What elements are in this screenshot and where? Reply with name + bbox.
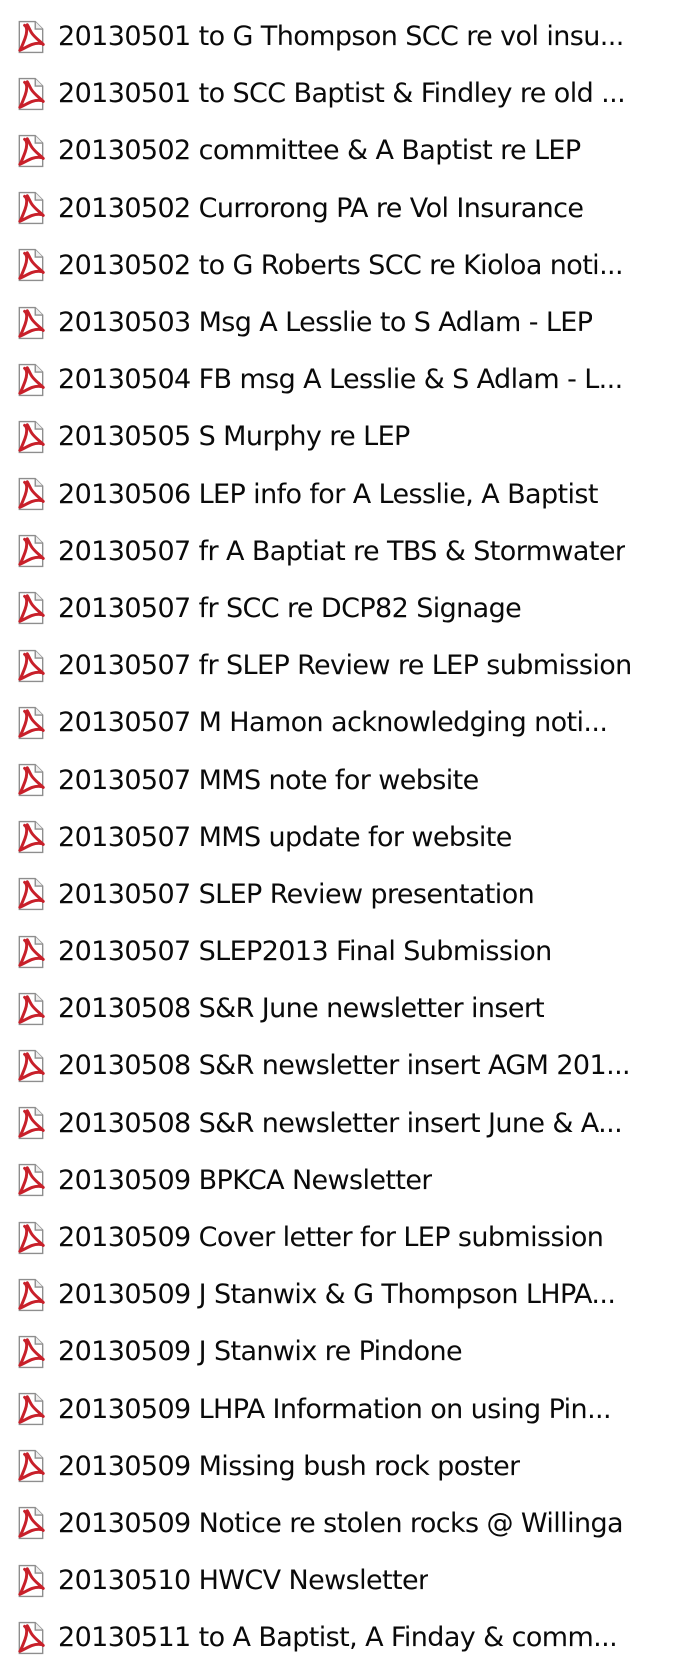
pdf-file-icon: [18, 1450, 45, 1483]
file-list-item[interactable]: 20130507 MMS update for website: [0, 809, 686, 866]
pdf-file-icon: [18, 592, 45, 625]
file-list-item[interactable]: 20130509 Missing bush rock poster: [0, 1438, 686, 1495]
file-name: 20130508 S&R newsletter insert June & A.…: [58, 1107, 623, 1139]
file-name: 20130505 S Murphy re LEP: [58, 421, 410, 453]
pdf-file-icon: [18, 706, 45, 739]
pdf-file-icon: [18, 1392, 45, 1426]
file-name: 20130504 FB msg A Lesslie & S Adlam - L.…: [58, 364, 623, 396]
file-name: 20130509 LHPA Information on using Pin..…: [58, 1393, 612, 1425]
file-list-item[interactable]: 20130501 to SCC Baptist & Findley re old…: [0, 65, 686, 122]
pdf-file-icon: [18, 992, 45, 1025]
pdf-file-icon: [18, 363, 45, 396]
pdf-file-icon: [18, 535, 45, 568]
file-list-item[interactable]: 20130508 S&R June newsletter insert: [0, 980, 686, 1037]
file-name: 20130511 to A Baptist, A Finday & comm..…: [58, 1622, 618, 1654]
file-list-item[interactable]: 20130504 FB msg A Lesslie & S Adlam - L.…: [0, 351, 686, 408]
file-list-item[interactable]: 20130507 fr SCC re DCP82 Signage: [0, 580, 686, 637]
file-name: 20130507 SLEP Review presentation: [58, 878, 535, 910]
pdf-file-icon: [18, 420, 45, 454]
file-name: 20130509 Cover letter for LEP submission: [58, 1222, 604, 1254]
pdf-file-icon: [18, 192, 45, 225]
pdf-file-icon: [18, 649, 45, 682]
pdf-file-icon: [18, 77, 45, 110]
pdf-file-icon: [18, 477, 45, 511]
file-name: 20130508 S&R newsletter insert AGM 201..…: [58, 1050, 631, 1082]
file-list-item[interactable]: 20130508 S&R newsletter insert AGM 201..…: [0, 1037, 686, 1094]
file-name: 20130501 to G Thompson SCC re vol insu..…: [58, 21, 624, 53]
file-list-item[interactable]: 20130502 Currorong PA re Vol Insurance: [0, 180, 686, 237]
pdf-file-icon: [18, 1335, 45, 1369]
file-name: 20130509 J Stanwix re Pindone: [58, 1336, 463, 1368]
file-name: 20130506 LEP info for A Lesslie, A Bapti…: [58, 478, 598, 510]
file-name: 20130509 Missing bush rock poster: [58, 1450, 520, 1482]
file-list-item[interactable]: 20130502 committee & A Baptist re LEP: [0, 122, 686, 179]
file-list-item[interactable]: 20130509 Notice re stolen rocks @ Willin…: [0, 1495, 686, 1552]
file-list-item[interactable]: 20130509 J Stanwix & G Thompson LHPA...: [0, 1266, 686, 1323]
file-list-item[interactable]: 20130509 LHPA Information on using Pin..…: [0, 1381, 686, 1438]
pdf-file-icon: [18, 1621, 45, 1654]
file-list-item[interactable]: 20130507 MMS note for website: [0, 751, 686, 808]
pdf-file-icon: [18, 878, 45, 911]
file-list-item[interactable]: 20130509 BPKCA Newsletter: [0, 1152, 686, 1209]
pdf-file-icon: [18, 306, 45, 339]
file-name: 20130509 J Stanwix & G Thompson LHPA...: [58, 1279, 616, 1311]
file-name: 20130507 fr SCC re DCP82 Signage: [58, 592, 522, 624]
file-list-item[interactable]: 20130501 to G Thompson SCC re vol insu..…: [0, 8, 686, 65]
pdf-file-icon: [18, 763, 45, 797]
file-name: 20130502 to G Roberts SCC re Kioloa noti…: [58, 249, 624, 281]
file-name: 20130502 committee & A Baptist re LEP: [58, 135, 581, 167]
pdf-file-icon: [18, 935, 45, 968]
pdf-file-icon: [18, 134, 45, 168]
file-list-item[interactable]: 20130507 SLEP2013 Final Submission: [0, 923, 686, 980]
file-list-item[interactable]: 20130507 SLEP Review presentation: [0, 866, 686, 923]
pdf-file-icon: [18, 249, 45, 282]
file-name: 20130507 MMS note for website: [58, 764, 479, 796]
file-list-item[interactable]: 20130506 LEP info for A Lesslie, A Bapti…: [0, 466, 686, 523]
file-list: 20130501 to G Thompson SCC re vol insu..…: [0, 8, 686, 1666]
file-list-item[interactable]: 20130507 fr SLEP Review re LEP submissio…: [0, 637, 686, 694]
pdf-file-icon: [18, 1507, 45, 1540]
file-name: 20130507 SLEP2013 Final Submission: [58, 936, 552, 968]
pdf-file-icon: [18, 1164, 45, 1197]
file-list-item[interactable]: 20130511 to A Baptist, A Finday & comm..…: [0, 1609, 686, 1666]
file-list-item[interactable]: 20130503 Msg A Lesslie to S Adlam - LEP: [0, 294, 686, 351]
file-name: 20130510 HWCV Newsletter: [58, 1565, 429, 1597]
pdf-file-icon: [18, 1107, 45, 1140]
file-name: 20130507 fr A Baptiat re TBS & Stormwate…: [58, 535, 626, 567]
pdf-file-icon: [18, 1278, 45, 1311]
file-name: 20130501 to SCC Baptist & Findley re old…: [58, 78, 626, 110]
file-list-item[interactable]: 20130502 to G Roberts SCC re Kioloa noti…: [0, 237, 686, 294]
file-list-item[interactable]: 20130507 M Hamon acknowledging noti...: [0, 694, 686, 751]
pdf-file-icon: [18, 1049, 45, 1083]
pdf-file-icon: [18, 20, 45, 53]
file-name: 20130507 M Hamon acknowledging noti...: [58, 707, 608, 739]
file-list-item[interactable]: 20130508 S&R newsletter insert June & A.…: [0, 1095, 686, 1152]
file-name: 20130507 MMS update for website: [58, 821, 512, 853]
pdf-file-icon: [18, 821, 45, 854]
file-name: 20130502 Currorong PA re Vol Insurance: [58, 192, 584, 224]
file-name: 20130508 S&R June newsletter insert: [58, 993, 545, 1025]
file-list-item[interactable]: 20130507 fr A Baptiat re TBS & Stormwate…: [0, 523, 686, 580]
pdf-file-icon: [18, 1564, 45, 1597]
file-name: 20130509 Notice re stolen rocks @ Willin…: [58, 1507, 623, 1539]
file-list-item[interactable]: 20130510 HWCV Newsletter: [0, 1552, 686, 1609]
file-name: 20130509 BPKCA Newsletter: [58, 1164, 432, 1196]
file-list-item[interactable]: 20130509 J Stanwix re Pindone: [0, 1323, 686, 1380]
file-list-item[interactable]: 20130505 S Murphy re LEP: [0, 408, 686, 465]
file-name: 20130503 Msg A Lesslie to S Adlam - LEP: [58, 307, 593, 339]
file-name: 20130507 fr SLEP Review re LEP submissio…: [58, 650, 632, 682]
pdf-file-icon: [18, 1221, 45, 1254]
file-list-item[interactable]: 20130509 Cover letter for LEP submission: [0, 1209, 686, 1266]
